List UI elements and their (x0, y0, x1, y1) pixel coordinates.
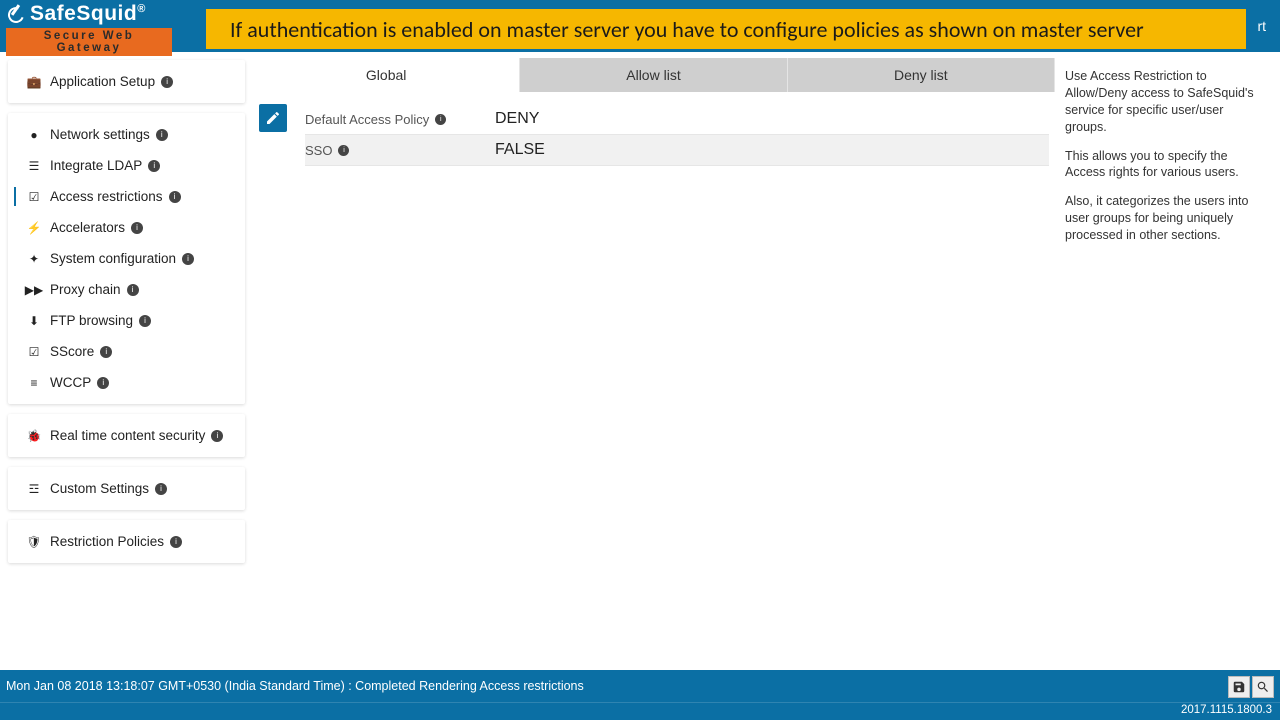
sidebar-item-application-setup[interactable]: 💼 Application Setup i (8, 66, 245, 97)
setting-key: Default Access Policyi (305, 112, 495, 127)
bars-icon: ≡ (26, 376, 42, 390)
puzzle-icon: ✦ (26, 252, 42, 266)
sidebar-item-label: Accelerators (50, 220, 125, 235)
bug-icon: 🐞 (26, 429, 42, 443)
brand-name: SafeSquid® (30, 2, 146, 26)
tab-allow-list[interactable]: Allow list (520, 58, 787, 92)
bolt-icon: ⚡ (26, 221, 42, 235)
sidebar-item-system-configuration[interactable]: ✦ System configuration i (8, 243, 245, 274)
info-icon[interactable]: i (182, 253, 194, 265)
sidebar-item-label: Custom Settings (50, 481, 149, 496)
sidebar-item-wccp[interactable]: ≡ WCCP i (8, 367, 245, 398)
info-icon[interactable]: i (169, 191, 181, 203)
info-icon[interactable]: i (155, 483, 167, 495)
sidebar-item-label: Real time content security (50, 428, 205, 443)
info-icon[interactable]: i (100, 346, 112, 358)
sidebar-item-label: System configuration (50, 251, 176, 266)
sidebar-item-label: Restriction Policies (50, 534, 164, 549)
save-icon (1232, 680, 1246, 694)
info-icon[interactable]: i (170, 536, 182, 548)
shield-icon: 🛡 (26, 535, 42, 549)
nav-support[interactable]: rt (1257, 18, 1266, 34)
top-bar: SafeSquid® Secure Web Gateway rt If auth… (0, 0, 1280, 52)
setting-row: Default Access PolicyiDENY (305, 104, 1049, 135)
tab-deny-list[interactable]: Deny list (788, 58, 1055, 92)
tab-global[interactable]: Global (253, 58, 520, 92)
brand-logo[interactable]: SafeSquid® Secure Web Gateway (0, 0, 178, 52)
help-paragraph: Use Access Restriction to Allow/Deny acc… (1065, 68, 1266, 136)
sidebar-item-label: Network settings (50, 127, 150, 142)
tabs: Global Allow list Deny list (253, 58, 1055, 92)
brand-tagline: Secure Web Gateway (6, 28, 172, 56)
sidebar-item-access-restrictions[interactable]: ☑ Access restrictions i (8, 181, 245, 212)
info-icon[interactable]: i (338, 145, 349, 156)
briefcase-icon: 💼 (26, 75, 42, 89)
sidebar-item-network-settings[interactable]: ● Network settings i (8, 119, 245, 150)
sidebar-item-integrate-ldap[interactable]: ☰ Integrate LDAP i (8, 150, 245, 181)
sidebar-item-restriction-policies[interactable]: 🛡 Restriction Policies i (8, 526, 245, 557)
help-paragraph: Also, it categorizes the users into user… (1065, 193, 1266, 244)
help-paragraph: This allows you to specify the Access ri… (1065, 148, 1266, 182)
info-icon[interactable]: i (127, 284, 139, 296)
footer: Mon Jan 08 2018 13:18:07 GMT+0530 (India… (0, 670, 1280, 720)
check-square-icon: ☑ (26, 345, 42, 359)
sidebar-item-label: SScore (50, 344, 94, 359)
edit-button[interactable] (259, 104, 287, 132)
forward-icon: ▶▶ (26, 283, 42, 297)
sidebar-item-accelerators[interactable]: ⚡ Accelerators i (8, 212, 245, 243)
search-icon (1256, 680, 1270, 694)
sliders-icon: ☲ (26, 482, 42, 496)
search-button[interactable] (1252, 676, 1274, 698)
sidebar-item-custom-settings[interactable]: ☲ Custom Settings i (8, 473, 245, 504)
info-icon[interactable]: i (148, 160, 160, 172)
sidebar-item-sscore[interactable]: ☑ SScorei (8, 336, 245, 367)
status-bar: Mon Jan 08 2018 13:18:07 GMT+0530 (India… (0, 670, 1280, 702)
pencil-square-icon (265, 110, 281, 126)
save-button[interactable] (1228, 676, 1250, 698)
globe-icon: ● (26, 128, 42, 142)
sidebar-item-label: Proxy chain (50, 282, 121, 297)
info-icon[interactable]: i (161, 76, 173, 88)
warning-banner: If authentication is enabled on master s… (206, 9, 1246, 49)
setting-row: SSOiFALSE (305, 135, 1049, 166)
sidebar-item-label: Application Setup (50, 74, 155, 89)
sidebar-item-ftp-browsing[interactable]: ⬇ FTP browsing i (8, 305, 245, 336)
sidebar: 💼 Application Setup i ● Network settings i ☰ In… (0, 52, 253, 670)
info-icon[interactable]: i (156, 129, 168, 141)
info-icon[interactable]: i (435, 114, 446, 125)
info-icon[interactable]: i (139, 315, 151, 327)
sidebar-item-label: WCCP (50, 375, 91, 390)
help-panel: Use Access Restriction to Allow/Deny acc… (1055, 58, 1280, 670)
info-icon[interactable]: i (131, 222, 143, 234)
info-icon[interactable]: i (211, 430, 223, 442)
sidebar-item-label: Access restrictions (50, 189, 163, 204)
list-icon: ☰ (26, 159, 42, 173)
logo-glyph-icon (6, 4, 26, 24)
sidebar-item-proxy-chain[interactable]: ▶▶ Proxy chain i (8, 274, 245, 305)
setting-value: DENY (495, 110, 539, 128)
sidebar-item-label: Integrate LDAP (50, 158, 142, 173)
version-label: 2017.1115.1800.3 (0, 702, 1280, 720)
download-icon: ⬇ (26, 314, 42, 328)
check-square-icon: ☑ (26, 190, 42, 204)
setting-value: FALSE (495, 141, 545, 159)
settings-table: Default Access PolicyiDENYSSOiFALSE (305, 104, 1049, 166)
setting-key: SSOi (305, 143, 495, 158)
info-icon[interactable]: i (97, 377, 109, 389)
sidebar-item-real-time-content-security[interactable]: 🐞 Real time content security i (8, 420, 245, 451)
sidebar-item-label: FTP browsing (50, 313, 133, 328)
